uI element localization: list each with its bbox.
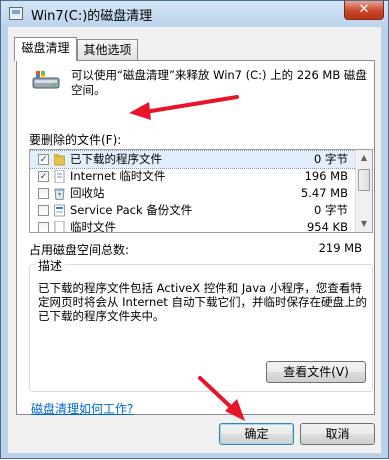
file-name: Internet 临时文件 [70,169,166,183]
backup-icon [54,204,65,217]
file-size: 196 MB [304,169,348,183]
disk-cleanup-window: Win7(C:)的磁盘清理 ✕ 磁盘清理 其他选项 可以使用“磁盘清理”来释放 … [0,0,389,459]
intro-text: 可以使用“磁盘清理”来释放 Win7 (C:) 上的 226 MB 磁盘空间。 [71,68,367,97]
list-item[interactable]: ✓ 已下载的程序文件 0 字节 [30,150,357,169]
file-name: 回收站 [70,186,105,200]
scroll-up-icon[interactable]: ▲ [357,150,371,166]
ok-button[interactable]: 确定 [219,423,294,445]
tab-disk-cleanup[interactable]: 磁盘清理 [14,37,77,61]
document-icon [54,221,65,232]
list-scrollbar[interactable]: ▲ ▼ [355,150,372,232]
scroll-down-icon[interactable]: ▼ [357,216,371,232]
file-size: 0 字节 [314,203,348,217]
recycle-bin-icon [54,188,65,200]
checkbox[interactable]: ✓ [38,171,49,182]
file-size: 954 KB [306,220,348,233]
folder-icon [54,154,65,166]
file-size: 0 字节 [314,152,348,166]
list-item[interactable]: 临时文件 954 KB [30,219,356,233]
dialog-body: 磁盘清理 其他选项 可以使用“磁盘清理”来释放 Win7 (C:) 上的 226… [8,27,381,453]
tab-panel: 可以使用“磁盘清理”来释放 Win7 (C:) 上的 226 MB 磁盘空间。 … [16,60,375,417]
disk-cleanup-icon [32,71,60,89]
close-button[interactable]: ✕ [344,1,384,20]
description-group: 已下载的程序文件包括 ActiveX 控件和 Java 小程序，您查看特定网页时… [29,264,373,392]
file-size: 5.47 MB [300,186,348,200]
list-item[interactable]: ✓ Internet 临时文件 196 MB [30,168,356,185]
files-to-delete-label: 要删除的文件(F): [29,133,122,147]
total-space-label: 占用磁盘空间总数: [29,243,130,257]
scroll-thumb[interactable] [358,169,370,191]
help-link[interactable]: 磁盘清理如何工作? [31,400,133,417]
file-name: Service Pack 备份文件 [70,203,193,217]
view-files-button[interactable]: 查看文件(V) [266,361,366,383]
cancel-button[interactable]: 取消 [300,423,375,445]
checkbox[interactable] [38,188,49,199]
checkbox[interactable]: ✓ [38,154,49,165]
file-name: 临时文件 [70,220,116,233]
files-list[interactable]: ✓ 已下载的程序文件 0 字节 ✓ Internet 临时文件 196 MB 回… [29,149,373,233]
file-name: 已下载的程序文件 [70,152,162,166]
title-bar[interactable]: Win7(C:)的磁盘清理 ✕ [1,1,388,27]
checkbox[interactable] [38,222,49,232]
tab-more-options[interactable]: 其他选项 [77,39,138,60]
document-icon [54,170,65,183]
window-title: Win7(C:)的磁盘清理 [31,9,153,24]
list-item[interactable]: 回收站 5.47 MB [30,185,356,202]
total-space-value: 219 MB [318,241,362,255]
description-text: 已下载的程序文件包括 ActiveX 控件和 Java 小程序，您查看特定网页时… [38,281,367,323]
checkbox[interactable] [38,205,49,216]
list-item[interactable]: Service Pack 备份文件 0 字节 [30,202,356,219]
description-title: 描述 [35,257,66,274]
disk-cleanup-app-icon [9,7,23,20]
